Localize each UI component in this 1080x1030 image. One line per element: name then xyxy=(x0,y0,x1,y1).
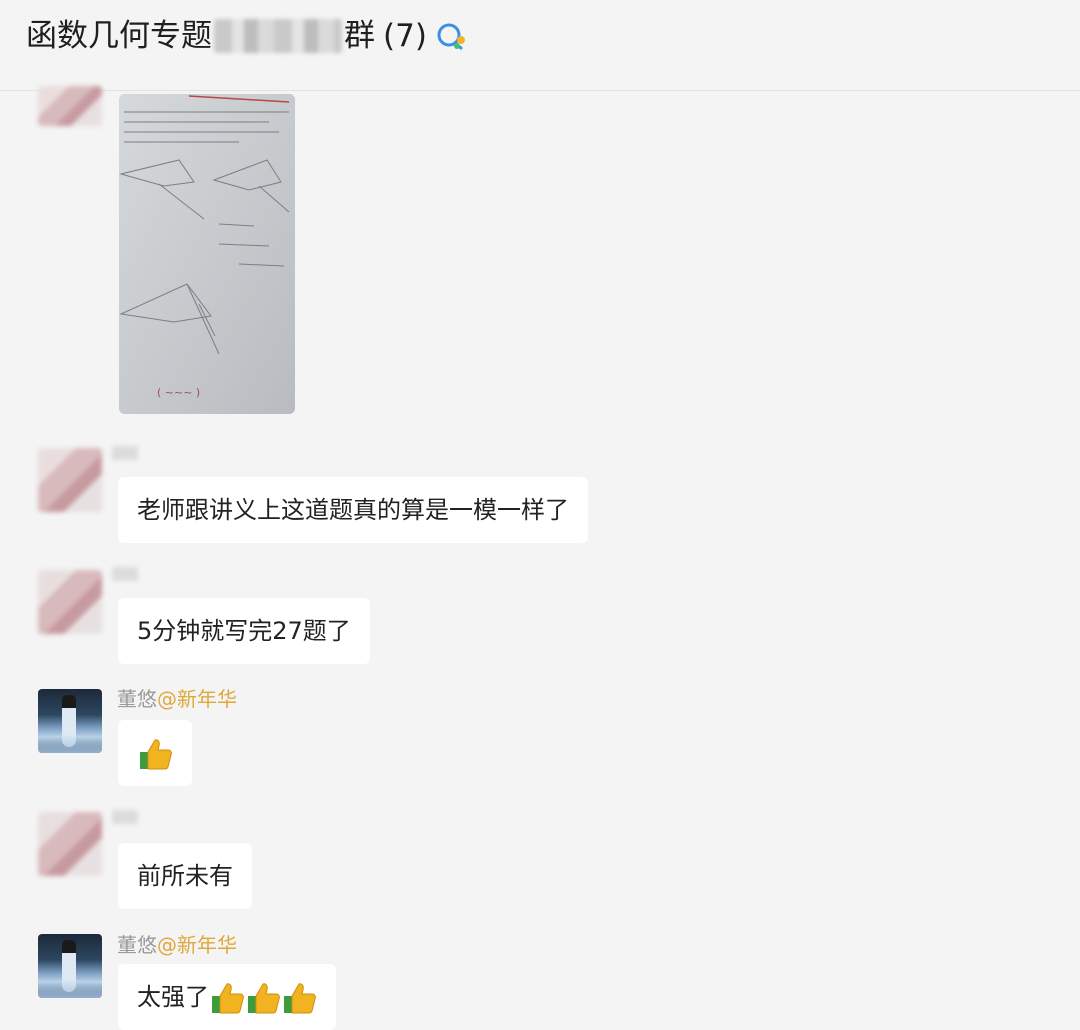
chat-title-prefix: 函数几何专题 xyxy=(26,18,212,54)
thumbs-up-icon xyxy=(248,983,280,1014)
mention[interactable]: @新年华 xyxy=(157,687,237,711)
sender-name-redacted xyxy=(112,810,138,824)
thumbs-up-icon xyxy=(212,983,244,1014)
mention[interactable]: @新年华 xyxy=(157,933,237,957)
sender-line: 董悠@新年华 xyxy=(117,683,237,712)
chat-title[interactable]: 函数几何专题 群 (7) xyxy=(26,14,469,58)
redacted-title-segment xyxy=(214,19,342,53)
thumbs-up-icon xyxy=(140,739,172,770)
avatar[interactable] xyxy=(38,934,102,998)
avatar[interactable] xyxy=(38,689,102,753)
sender-name[interactable]: 董悠 xyxy=(117,687,157,711)
chat-title-suffix: 群 xyxy=(344,18,375,54)
avatar-mist xyxy=(38,980,102,998)
message-bubble[interactable]: 前所未有 xyxy=(118,843,252,909)
message-text: 太强了 xyxy=(137,983,209,1011)
shared-photo[interactable]: ( ~~~ ) xyxy=(119,94,295,414)
group-chat-icon[interactable] xyxy=(433,18,469,54)
message-bubble[interactable]: 老师跟讲义上这道题真的算是一模一样了 xyxy=(118,477,588,543)
avatar[interactable] xyxy=(38,86,102,126)
chat-header: 函数几何专题 群 (7) xyxy=(0,0,1080,91)
avatar-mist xyxy=(38,735,102,753)
message-bubble[interactable]: 5分钟就写完27题了 xyxy=(118,598,370,664)
avatar[interactable] xyxy=(38,448,102,512)
sender-line: 董悠@新年华 xyxy=(117,929,237,958)
svg-text:( ~~~ ): ( ~~~ ) xyxy=(157,386,200,399)
avatar[interactable] xyxy=(38,812,102,876)
sender-name-redacted xyxy=(112,567,138,581)
sender-name-redacted xyxy=(112,446,138,460)
member-count: (7) xyxy=(383,18,427,54)
avatar[interactable] xyxy=(38,570,102,634)
emoji-bubble[interactable] xyxy=(118,720,192,786)
worksheet-photo-content: ( ~~~ ) xyxy=(119,94,295,414)
sender-name[interactable]: 董悠 xyxy=(117,933,157,957)
thumbs-up-icon xyxy=(284,983,316,1014)
message-bubble[interactable]: 太强了 xyxy=(118,964,336,1030)
